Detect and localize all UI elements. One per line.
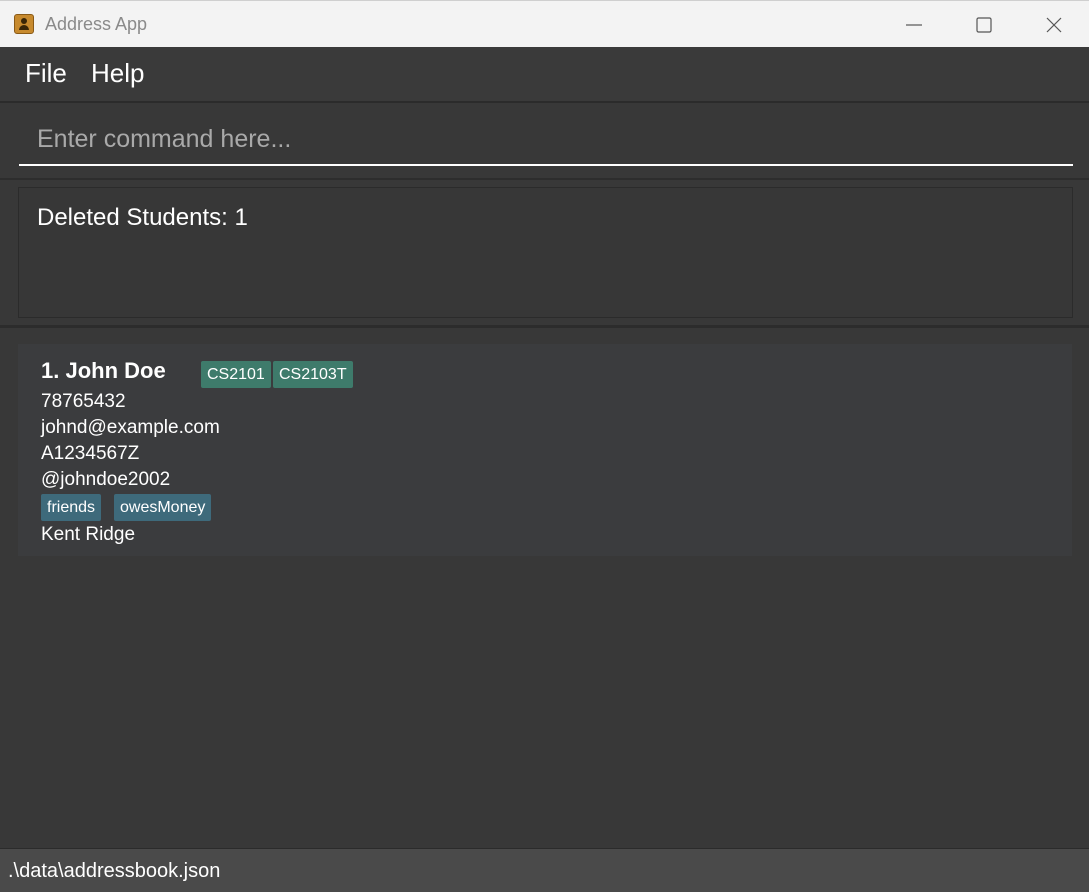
person-matric-number: A1234567Z xyxy=(41,443,140,464)
menu-help[interactable]: Help xyxy=(91,58,144,89)
person-tag: friends xyxy=(41,494,102,521)
command-box xyxy=(0,103,1089,180)
close-button[interactable] xyxy=(1020,1,1088,48)
person-card[interactable]: 1. John Doe CS2101 CS2103T 78765432 john… xyxy=(18,344,1072,556)
window-title: Address App xyxy=(45,14,148,34)
maximize-icon xyxy=(976,17,992,33)
person-tag: owesMoney xyxy=(114,494,212,521)
address-book-icon xyxy=(14,14,34,34)
person-name: 1. John Doe xyxy=(41,358,166,383)
maximize-button[interactable] xyxy=(950,1,1018,48)
minimize-icon xyxy=(906,24,922,26)
menu-file[interactable]: File xyxy=(25,58,67,89)
result-text: Deleted Students: 1 xyxy=(37,204,248,231)
module-tag: CS2101 xyxy=(201,361,271,388)
person-email: johnd@example.com xyxy=(41,417,220,438)
menu-bar: File Help xyxy=(0,47,1089,103)
title-bar[interactable]: Address App xyxy=(0,0,1089,48)
minimize-button[interactable] xyxy=(880,1,948,48)
person-address: Kent Ridge xyxy=(41,524,136,545)
save-location: .\data\addressbook.json xyxy=(8,860,221,882)
command-input[interactable] xyxy=(19,114,1073,166)
close-icon xyxy=(1046,17,1062,33)
person-list[interactable]: 1. John Doe CS2101 CS2103T 78765432 john… xyxy=(0,328,1089,848)
status-bar: .\data\addressbook.json xyxy=(0,848,1089,892)
person-telegram: @johndoe2002 xyxy=(41,469,171,490)
person-phone: 78765432 xyxy=(41,391,126,412)
result-display[interactable]: Deleted Students: 1 xyxy=(18,187,1073,318)
module-tag: CS2103T xyxy=(273,361,353,388)
app-window: Address App File Help Deleted Students: … xyxy=(0,0,1089,892)
